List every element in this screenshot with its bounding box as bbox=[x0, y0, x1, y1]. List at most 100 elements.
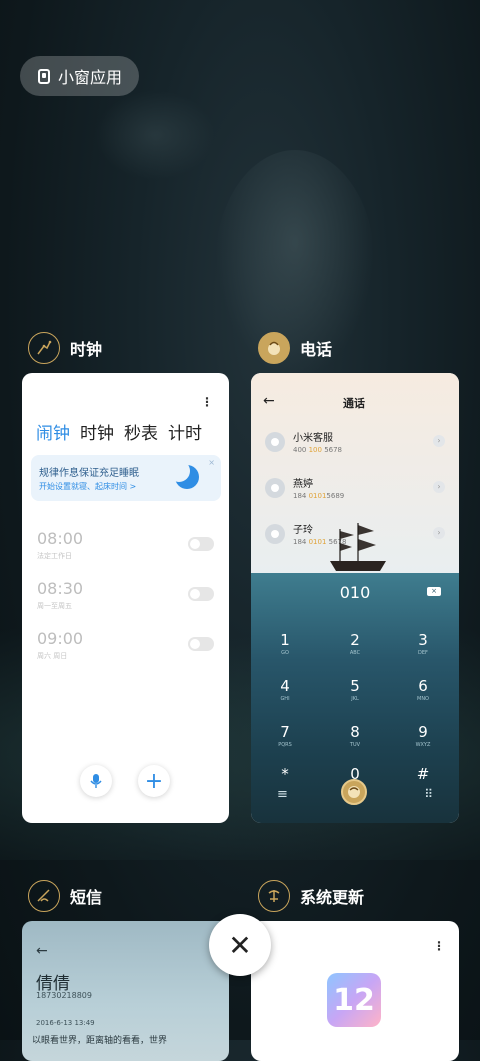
dial-key[interactable]: 9 WXYZ bbox=[403, 723, 443, 748]
chevron-right-icon[interactable]: › bbox=[433, 481, 445, 493]
contact-number: 400 100 5678 bbox=[293, 446, 343, 454]
dial-key[interactable]: 1 GO bbox=[265, 631, 305, 656]
contact-name: 小米客服 bbox=[293, 433, 333, 444]
avatar-icon bbox=[265, 523, 285, 544]
window-icon bbox=[38, 68, 50, 84]
dial-key-letters: GHI bbox=[280, 696, 290, 702]
back-arrow-icon[interactable]: ← bbox=[263, 393, 275, 409]
miui-logo: 12 bbox=[327, 973, 381, 1027]
dial-key[interactable]: 3 DEF bbox=[403, 631, 443, 656]
dial-key-digit: 3 bbox=[418, 631, 428, 649]
update-app-header[interactable]: 系统更新 bbox=[258, 880, 364, 912]
dial-key[interactable]: 6 MNO bbox=[403, 677, 443, 702]
dial-key-digit: 8 bbox=[350, 723, 360, 741]
dial-key[interactable]: * bbox=[265, 765, 305, 784]
dial-key-digit: 9 bbox=[418, 723, 428, 741]
dial-key-letters: TUV bbox=[349, 742, 361, 748]
phone-icon bbox=[348, 786, 360, 798]
phone-title: 通话 bbox=[343, 397, 365, 410]
sms-date: 2016-6-13 13:49 bbox=[36, 1019, 95, 1027]
sleep-banner[interactable]: 规律作息保证充足睡眠 开始设置就寝、起床时间 > × bbox=[31, 455, 221, 501]
avatar-icon bbox=[265, 431, 285, 452]
update-app-name: 系统更新 bbox=[300, 888, 365, 907]
pirate-ship-image bbox=[330, 523, 386, 571]
call-button[interactable] bbox=[341, 779, 367, 805]
sms-app-icon bbox=[28, 880, 60, 912]
sleep-banner-title: 规律作息保证充足睡眠 bbox=[39, 468, 139, 479]
microphone-icon bbox=[90, 774, 102, 788]
phone-app-card[interactable]: ← 通话 小米客服 400 100 5678 › 燕婷 184 01015689… bbox=[251, 373, 459, 823]
dial-key-letters: JKL bbox=[351, 696, 359, 702]
moon-icon bbox=[168, 460, 199, 489]
clock-menu-icon[interactable]: ⋮ bbox=[201, 395, 213, 409]
contact-name: 燕婷 bbox=[293, 479, 313, 490]
sms-app-card[interactable]: ← 倩倩 18730218809 2016-6-13 13:49 以眼看世界，距… bbox=[22, 921, 229, 1061]
sms-contact-number: 18730218809 bbox=[36, 991, 92, 1000]
dial-key-digit: 1 bbox=[280, 631, 290, 649]
dial-key-digit: * bbox=[281, 765, 289, 783]
alarm-toggle[interactable] bbox=[188, 587, 214, 601]
close-all-button[interactable]: ✕ bbox=[209, 914, 271, 976]
backspace-icon[interactable]: × bbox=[427, 587, 441, 596]
menu-icon[interactable]: ≡ bbox=[277, 787, 288, 802]
alarm-item[interactable]: 08:00 法定工作日 bbox=[37, 529, 83, 561]
dial-key[interactable]: # bbox=[403, 765, 443, 784]
keypad-toggle-icon[interactable]: ⠿ bbox=[424, 787, 433, 801]
phone-app-icon bbox=[258, 332, 290, 364]
alarm-time: 09:00 bbox=[37, 629, 84, 648]
dial-key-digit: 4 bbox=[280, 677, 290, 695]
clock-app-name: 时钟 bbox=[70, 340, 103, 359]
dial-key-letters: MNO bbox=[417, 696, 429, 702]
dial-key[interactable]: 2 ABC bbox=[335, 631, 375, 656]
dial-key[interactable]: 5 JKL bbox=[335, 677, 375, 702]
dial-key[interactable]: 7 PQRS bbox=[265, 723, 305, 748]
dial-key-letters: WXYZ bbox=[415, 742, 431, 748]
alarm-toggle[interactable] bbox=[188, 637, 214, 651]
clock-app-header[interactable]: 时钟 bbox=[28, 332, 102, 364]
contact-number: 184 01015689 bbox=[293, 492, 345, 500]
sleep-banner-subtitle[interactable]: 开始设置就寝、起床时间 > bbox=[39, 481, 136, 492]
dial-key[interactable]: 8 TUV bbox=[335, 723, 375, 748]
update-menu-icon[interactable]: ⋮ bbox=[433, 939, 445, 953]
tab-alarm[interactable]: 闹钟 bbox=[36, 419, 70, 444]
dial-key-digit: # bbox=[416, 765, 430, 783]
clock-app-icon bbox=[28, 332, 60, 364]
alarm-item[interactable]: 08:30 周一至周五 bbox=[37, 579, 83, 611]
phone-app-header[interactable]: 电话 bbox=[258, 332, 332, 364]
dial-key-digit: 6 bbox=[418, 677, 428, 695]
voice-button[interactable] bbox=[80, 765, 112, 797]
phone-app-name: 电话 bbox=[300, 340, 333, 359]
alarm-time: 08:00 bbox=[37, 529, 84, 548]
dial-key[interactable]: 4 GHI bbox=[265, 677, 305, 702]
sms-app-header[interactable]: 短信 bbox=[28, 880, 102, 912]
alarm-days: 周六 周日 bbox=[37, 652, 68, 660]
dial-key-digit: 2 bbox=[350, 631, 360, 649]
floating-window-apps-button[interactable]: 小窗应用 bbox=[20, 56, 139, 96]
clock-app-card[interactable]: ⋮ 闹钟 时钟 秒表 计时 规律作息保证充足睡眠 开始设置就寝、起床时间 > ×… bbox=[22, 373, 229, 823]
floating-window-apps-label: 小窗应用 bbox=[58, 68, 123, 87]
banner-close-icon[interactable]: × bbox=[208, 458, 215, 467]
update-app-icon bbox=[258, 880, 290, 912]
tab-stopwatch[interactable]: 秒表 bbox=[124, 419, 158, 444]
alarm-days: 法定工作日 bbox=[37, 552, 72, 560]
dial-key-digit: 5 bbox=[350, 677, 360, 695]
contact-item[interactable]: 燕婷 184 01015689 bbox=[265, 475, 344, 500]
sms-app-name: 短信 bbox=[70, 888, 103, 907]
alarm-item[interactable]: 09:00 周六 周日 bbox=[37, 629, 83, 661]
dial-key-digit: 7 bbox=[280, 723, 290, 741]
dial-key-letters: ABC bbox=[349, 650, 361, 656]
tab-clock[interactable]: 时钟 bbox=[80, 419, 114, 444]
alarm-toggle[interactable] bbox=[188, 537, 214, 551]
tab-timer[interactable]: 计时 bbox=[168, 419, 202, 444]
add-alarm-button[interactable]: + bbox=[138, 765, 170, 797]
contact-item[interactable]: 小米客服 400 100 5678 bbox=[265, 429, 342, 454]
chevron-right-icon[interactable]: › bbox=[433, 435, 445, 447]
dial-key-letters: DEF bbox=[418, 650, 428, 656]
dial-key-letters: GO bbox=[281, 650, 289, 656]
dial-key-letters: PQRS bbox=[278, 742, 292, 748]
back-arrow-icon[interactable]: ← bbox=[36, 943, 48, 959]
background-ship bbox=[95, 90, 215, 180]
chevron-right-icon[interactable]: › bbox=[433, 527, 445, 539]
update-app-card[interactable]: ⋮ 12 bbox=[251, 921, 459, 1061]
clock-tabs: 闹钟 时钟 秒表 计时 bbox=[36, 419, 202, 444]
